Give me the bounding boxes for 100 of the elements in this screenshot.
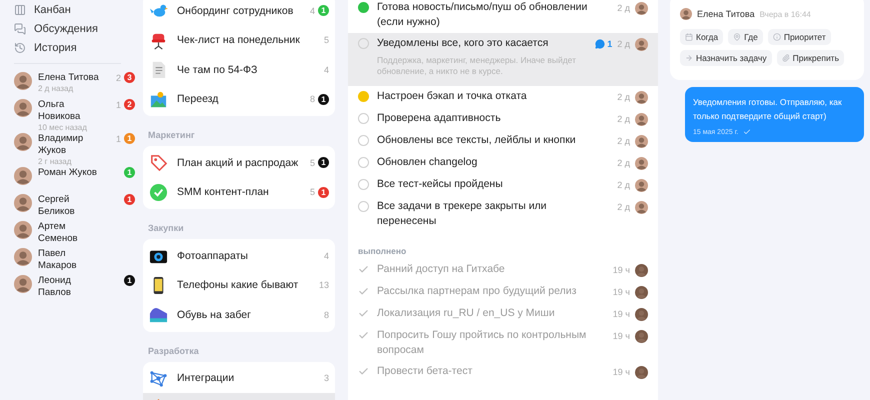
avatar xyxy=(14,133,32,151)
avatar xyxy=(635,178,648,192)
section-heading: Закупки xyxy=(147,222,185,235)
contact-name[interactable]: Владимир Жуков xyxy=(38,133,102,157)
avatar xyxy=(635,200,648,214)
task-checkbox[interactable] xyxy=(358,201,369,212)
task-row[interactable]: Обновлен changelog 2 д xyxy=(348,152,658,174)
list-item[interactable]: Че там по 54-ФЗ 4 xyxy=(143,55,335,84)
unread-badge: 1 xyxy=(124,133,135,144)
network-icon xyxy=(149,368,168,388)
contact-name[interactable]: Роман Жуков xyxy=(38,167,97,179)
avatar xyxy=(14,167,32,185)
list-item[interactable]: Переезд 8 1 xyxy=(143,84,335,114)
task-note: Поддержка, маркетинг, менеджеры. Иначе выйдет обновление, а никто не в курсе. xyxy=(377,55,578,78)
avatar xyxy=(635,2,648,14)
action-chip[interactable]: Когда xyxy=(680,29,724,45)
action-chip[interactable]: Приоритет xyxy=(768,29,831,45)
list-item[interactable]: Интеграции 3 xyxy=(143,364,335,393)
check-icon[interactable] xyxy=(358,366,369,377)
task-row[interactable]: Готова новость/письмо/пуш об обновлении (если нужно) 2 д xyxy=(348,0,658,33)
message-text: Уведомления готовы. Отправляю, как только подтвердите общий старт) xyxy=(693,96,843,123)
task-title: Все задачи в трекере закрыты или перенесены xyxy=(377,199,548,229)
check-icon xyxy=(743,128,752,136)
chat-bubbles-icon xyxy=(14,22,26,34)
unread-badge: 1 xyxy=(318,186,329,198)
task-row[interactable]: Уведомлены все, кого это касается Поддержка, маркетинг, менеджеры. Иначе выйдет обновление, а никто не в курсе. 1 2 д xyxy=(348,33,658,86)
list-item[interactable]: План акций и распродаж 5 1 xyxy=(143,148,335,178)
check-icon[interactable] xyxy=(358,330,369,341)
task-row[interactable]: Все задачи в трекере закрыты или перенесены 2 д xyxy=(348,196,658,232)
task-row[interactable]: Обновлены все тексты, лейблы и кнопки 2 д xyxy=(348,130,658,152)
status-dot[interactable] xyxy=(358,2,369,13)
list-item[interactable]: Телефоны какие бывают 13 xyxy=(143,270,335,300)
task-age: 2 д xyxy=(617,114,630,124)
price-tag-icon xyxy=(149,153,168,172)
comment-count: 1 xyxy=(595,39,612,49)
avatar xyxy=(635,112,648,126)
task-age: 2 д xyxy=(617,39,630,49)
check-icon[interactable] xyxy=(358,286,369,297)
avatar xyxy=(680,8,692,20)
task-title: Готова новость/письмо/пуш об обновлении (если нужно) xyxy=(377,0,588,30)
message-count: 1 xyxy=(116,134,121,144)
nav-link[interactable]: История xyxy=(34,42,77,54)
task-title: Локализация ru_RU / en_US у Миши xyxy=(377,306,556,321)
message-count: 2 xyxy=(116,72,121,82)
nav-link[interactable]: Канбан xyxy=(34,4,71,16)
contact-name[interactable]: Ольга Новикова xyxy=(38,99,102,123)
action-chip[interactable]: Прикрепить xyxy=(776,50,844,66)
task-row[interactable]: Настроен бэкап и точка отката 2 д xyxy=(348,86,658,108)
avatar xyxy=(14,275,32,293)
contact-name[interactable]: Елена Титова xyxy=(38,72,99,84)
action-chip[interactable]: Где xyxy=(728,29,763,45)
task-title: Обновлен changelog xyxy=(377,155,478,170)
task-age: 19 ч xyxy=(612,367,630,377)
item-count: 5 xyxy=(324,35,329,46)
task-age: 2 д xyxy=(617,158,630,168)
unread-badge: 3 xyxy=(124,72,135,83)
task-age: 2 д xyxy=(617,3,630,13)
section-heading: Маркетинг xyxy=(147,129,196,142)
item-count: 8 xyxy=(310,94,315,104)
avatar xyxy=(635,156,648,170)
task-checkbox[interactable] xyxy=(358,157,369,168)
task-checkbox[interactable] xyxy=(358,38,369,49)
contact-name[interactable]: Павел Макаров xyxy=(38,248,102,272)
history-icon xyxy=(14,42,26,54)
task-title: Ранний доступ на Гитхабе xyxy=(377,262,506,277)
unread-badge: 2 xyxy=(124,99,135,110)
contact-name[interactable]: Артем Семенов xyxy=(38,221,102,245)
task-checkbox[interactable] xyxy=(358,135,369,146)
action-chip[interactable]: Назначить задачу xyxy=(680,50,772,66)
task-title: Рассылка партнерам про будущий релиз xyxy=(377,284,578,299)
status-dot[interactable] xyxy=(358,91,369,102)
section-heading: выполнено xyxy=(357,245,408,258)
task-title: Уведомлены все, кого это касается xyxy=(377,36,550,51)
list-item[interactable]: SMM контент-план 5 1 xyxy=(143,178,335,207)
check-circle-icon xyxy=(149,182,168,202)
task-checkbox[interactable] xyxy=(358,179,369,190)
message-count: 1 xyxy=(116,100,121,110)
list-item[interactable]: Обувь на забег 8 xyxy=(143,300,335,330)
section-heading: Разработка xyxy=(147,344,200,358)
item-count: 13 xyxy=(318,280,329,290)
check-icon[interactable] xyxy=(358,264,369,275)
task-title: Провести бета-тест xyxy=(377,364,474,379)
list-item[interactable]: Онбординг сотрудников 4 1 xyxy=(143,0,335,26)
avatar xyxy=(635,286,648,298)
item-count: 5 xyxy=(310,158,315,168)
unread-badge: 1 xyxy=(124,194,135,205)
check-icon[interactable] xyxy=(358,308,369,319)
task-row[interactable]: Проверена адаптивность 2 д xyxy=(348,108,658,130)
last-seen: 2 г назад xyxy=(38,157,72,167)
task-age: 2 д xyxy=(617,180,630,190)
task-checkbox[interactable] xyxy=(358,113,369,124)
contact-name[interactable]: Сергей Беликов xyxy=(38,194,102,218)
task-row[interactable]: Все тест-кейсы пройдены 2 д xyxy=(348,174,658,196)
avatar xyxy=(14,248,32,266)
list-item[interactable]: Фотоаппараты 4 xyxy=(143,241,335,270)
list-item[interactable]: Чек-лист на понедельник 5 xyxy=(143,26,335,55)
contact-name[interactable]: Леонид Павлов xyxy=(38,275,102,299)
nav-link[interactable]: Обсуждения xyxy=(34,22,98,34)
pin-icon xyxy=(733,33,742,41)
avatar xyxy=(635,330,648,342)
